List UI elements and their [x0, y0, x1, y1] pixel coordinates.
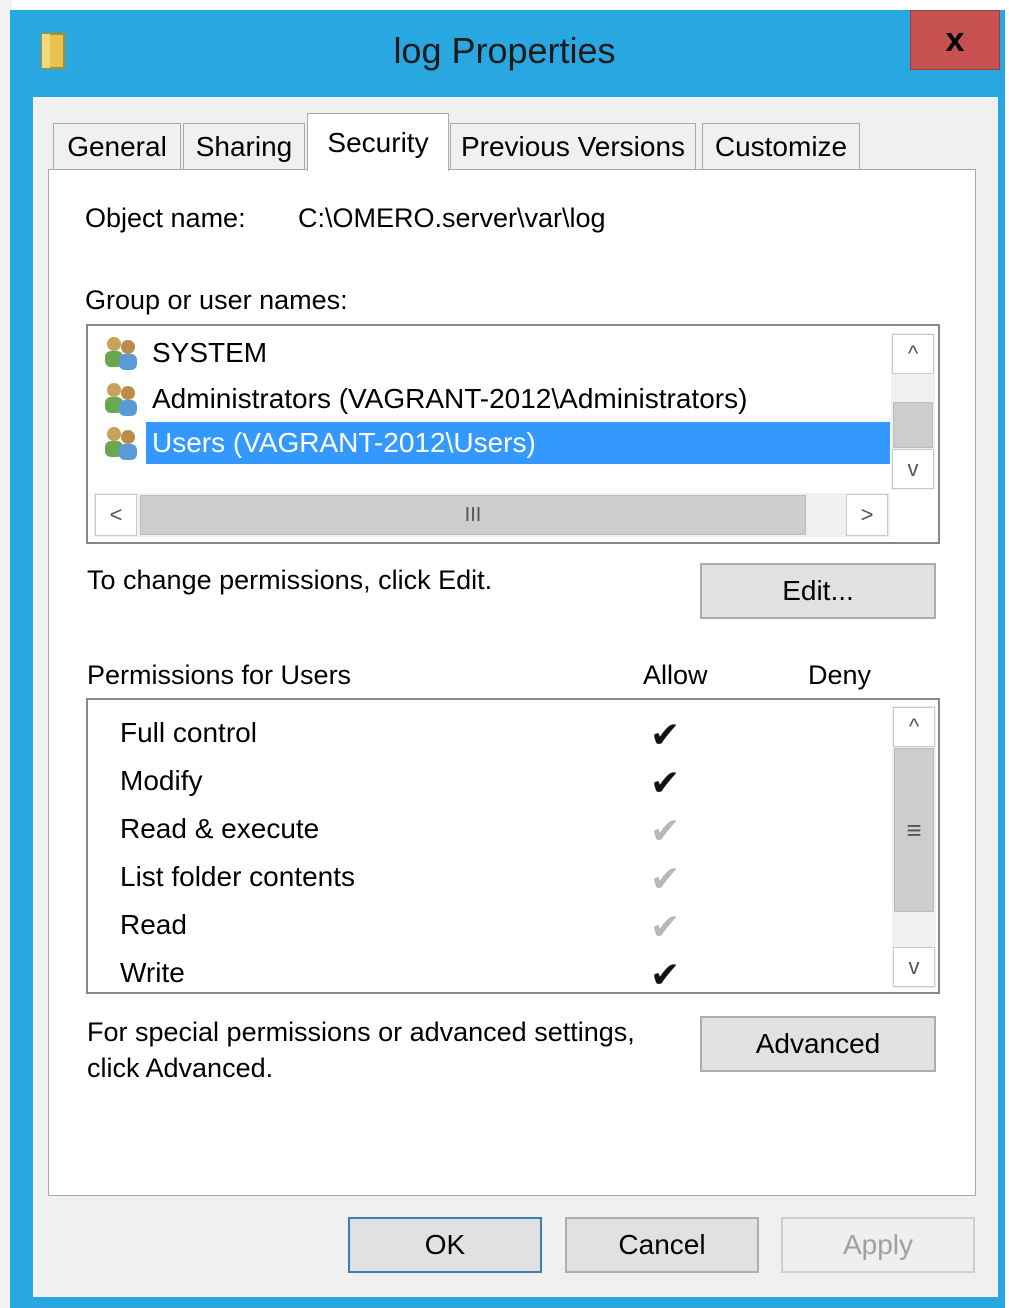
chevron-right-icon: > [860, 502, 874, 527]
advanced-button[interactable]: Advanced [700, 1016, 936, 1072]
allow-check-icon: ✔ [650, 714, 681, 755]
change-permissions-text: To change permissions, click Edit. [87, 565, 493, 595]
tab-customize[interactable]: Customize [702, 123, 860, 169]
permission-row: Write [120, 957, 185, 989]
chevron-up-icon: ^ [907, 341, 919, 366]
tab-previous-versions[interactable]: Previous Versions [450, 123, 696, 169]
allow-check-inherited-icon: ✔ [650, 858, 681, 899]
tab-label: Security [327, 126, 429, 158]
permission-name: Full control [120, 717, 257, 748]
scroll-left-button[interactable]: < [95, 494, 137, 536]
allow-check-icon: ✔ [650, 762, 681, 803]
permission-name: List folder contents [120, 861, 356, 892]
permission-row: Read [120, 909, 187, 941]
users-icon [105, 337, 137, 370]
list-item[interactable]: Administrators (VAGRANT-2012\Administrat… [100, 379, 751, 419]
permission-name: Read [120, 909, 187, 940]
permissions-for-label: Permissions for Users [87, 660, 352, 690]
grip-icon: III [464, 503, 482, 526]
apply-button-label: Apply [842, 1229, 914, 1260]
list-item-label: SYSTEM [152, 337, 268, 368]
chevron-left-icon: < [109, 502, 123, 527]
deny-column-header: Deny [808, 660, 872, 690]
scroll-thumb[interactable] [893, 402, 933, 448]
cancel-button[interactable]: Cancel [565, 1217, 759, 1273]
cancel-button-label: Cancel [618, 1229, 706, 1260]
advanced-help-text-line1: For special permissions or advanced sett… [87, 1017, 635, 1047]
list-item-selected[interactable]: Users (VAGRANT-2012\Users) [100, 423, 540, 463]
grip-icon: ≡ [906, 814, 922, 845]
permission-name: Read & execute [120, 813, 320, 844]
tab-security[interactable]: Security [307, 113, 449, 171]
close-icon: x [945, 20, 965, 59]
edit-button[interactable]: Edit... [700, 563, 936, 619]
close-button[interactable]: x [910, 10, 1000, 70]
advanced-help-text-line2: click Advanced. [87, 1053, 274, 1083]
scroll-thumb[interactable]: ≡ [894, 748, 934, 912]
advanced-button-label: Advanced [755, 1028, 881, 1059]
ok-button-label: OK [424, 1229, 466, 1260]
list-item-label: Administrators (VAGRANT-2012\Administrat… [152, 383, 748, 414]
allow-check-inherited-icon: ✔ [650, 906, 681, 947]
permission-name: Write [120, 957, 185, 988]
scroll-up-button[interactable]: ^ [893, 707, 935, 747]
window-title: log Properties [393, 30, 616, 71]
tab-label: Sharing [195, 130, 293, 162]
apply-button[interactable]: Apply [781, 1217, 975, 1273]
scroll-down-button[interactable]: v [892, 449, 934, 489]
allow-column-header: Allow [643, 660, 708, 690]
allow-check-inherited-icon: ✔ [650, 810, 681, 851]
permission-row: Modify [120, 765, 202, 797]
list-item[interactable]: SYSTEM [100, 333, 271, 373]
chevron-up-icon: ^ [908, 714, 920, 739]
chevron-down-icon: v [908, 954, 920, 979]
tab-label: General [67, 130, 167, 162]
object-name-label: Object name: [85, 203, 246, 233]
horizontal-scroll-thumb[interactable]: III [140, 495, 806, 535]
permission-row: Read & execute [120, 813, 319, 845]
tab-sharing[interactable]: Sharing [183, 123, 305, 169]
list-item-label: Users (VAGRANT-2012\Users) [152, 427, 536, 458]
edit-button-label: Edit... [782, 575, 854, 606]
ok-button[interactable]: OK [348, 1217, 542, 1273]
allow-check-icon: ✔ [650, 954, 681, 995]
permission-row: Full control [120, 717, 257, 749]
scroll-up-button[interactable]: ^ [892, 334, 934, 374]
permission-name: Modify [120, 765, 203, 796]
tab-general[interactable]: General [53, 123, 181, 169]
chevron-down-icon: v [907, 456, 919, 481]
users-icon [105, 383, 137, 416]
tab-label: Customize [714, 130, 848, 162]
scroll-right-button[interactable]: > [846, 494, 888, 536]
tab-label: Previous Versions [460, 130, 686, 162]
scroll-down-button[interactable]: v [893, 947, 935, 987]
group-names-label: Group or user names: [85, 285, 348, 315]
users-icon [105, 427, 137, 460]
object-name-value: C:\OMERO.server\var\log [298, 203, 606, 233]
permission-row: List folder contents [120, 861, 355, 893]
